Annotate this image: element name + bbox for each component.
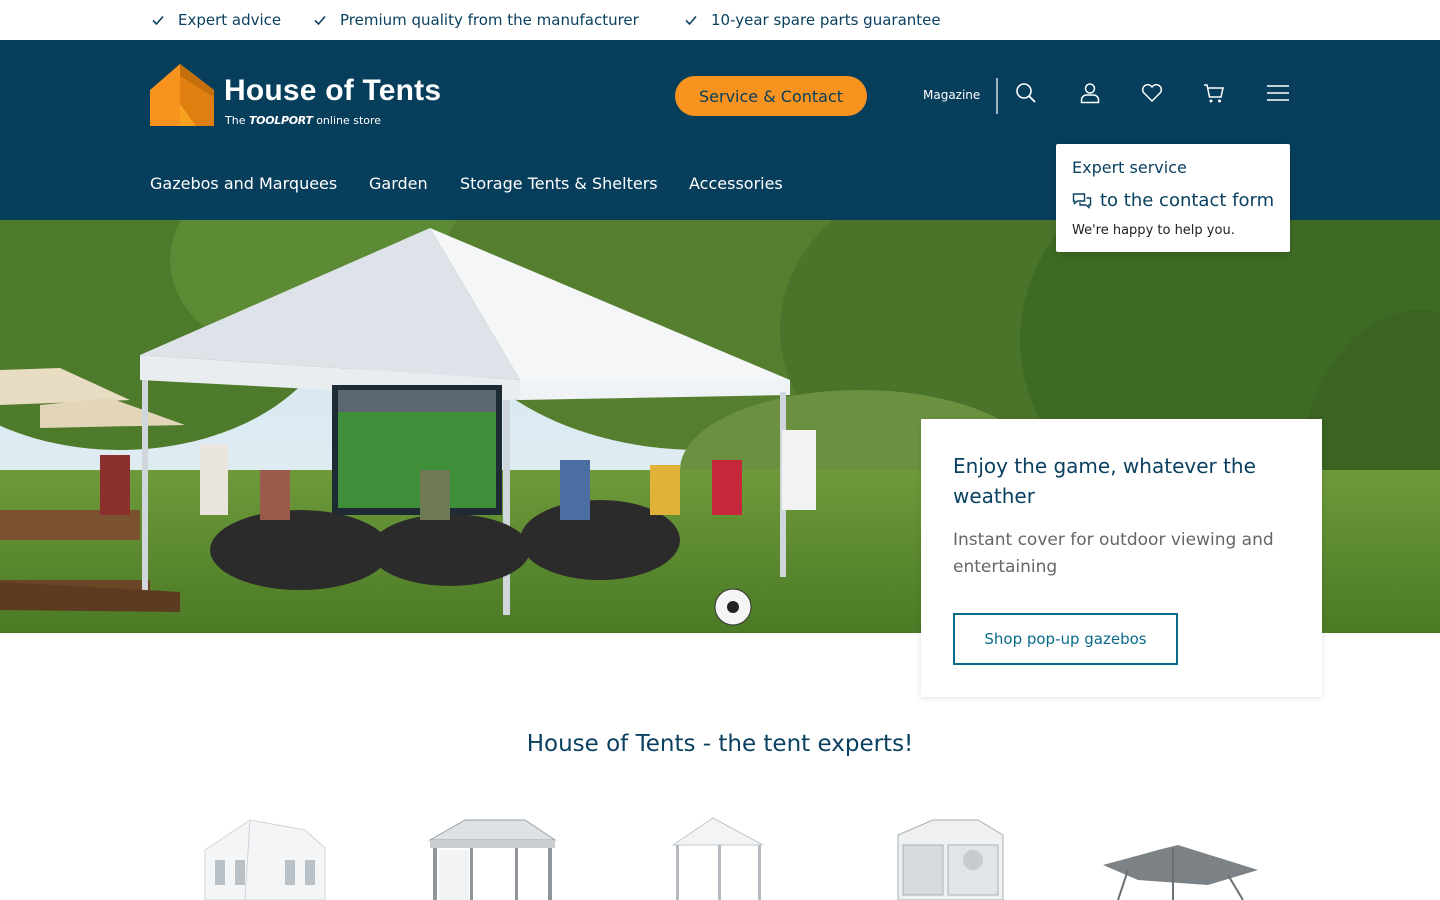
usp-label: 10-year spare parts guarantee bbox=[711, 11, 941, 29]
contact-form-link[interactable]: to the contact form bbox=[1072, 190, 1274, 211]
user-icon[interactable] bbox=[1078, 81, 1102, 105]
hero-text: Instant cover for outdoor viewing and en… bbox=[953, 530, 1274, 577]
check-icon bbox=[685, 15, 697, 26]
nav-garden[interactable]: Garden bbox=[369, 174, 428, 193]
nav-gazebos-marquees[interactable]: Gazebos and Marquees bbox=[150, 174, 337, 193]
pavilion-gazebo-image[interactable] bbox=[425, 810, 560, 900]
logo-subtitle: The TOOLPORT online store bbox=[225, 114, 382, 127]
cart-icon[interactable] bbox=[1202, 81, 1226, 105]
header-divider bbox=[996, 78, 998, 114]
heart-icon[interactable] bbox=[1140, 81, 1164, 105]
check-icon bbox=[314, 15, 326, 26]
service-popup: Expert service to the contact form We're… bbox=[1056, 144, 1290, 252]
usp-item: 10-year spare parts guarantee bbox=[684, 0, 941, 40]
magazine-link[interactable]: Magazine bbox=[923, 88, 980, 102]
check-icon bbox=[152, 15, 164, 26]
hero-heading: Enjoy the game, whatever the weather bbox=[953, 454, 1256, 508]
logo-mark-icon bbox=[150, 64, 214, 126]
usp-item: Expert advice bbox=[151, 0, 281, 40]
popup-title: Expert service bbox=[1072, 158, 1187, 177]
sail-shade-image[interactable] bbox=[1098, 810, 1263, 900]
storage-tent-image[interactable] bbox=[893, 810, 1008, 900]
usp-bar: Expert advice Premium quality from the m… bbox=[0, 0, 1440, 40]
menu-icon[interactable] bbox=[1266, 81, 1290, 105]
usp-item: Premium quality from the manufacturer bbox=[313, 0, 639, 40]
popup-note: We're happy to help you. bbox=[1072, 223, 1235, 238]
party-tent-image[interactable] bbox=[200, 810, 330, 900]
usp-label: Premium quality from the manufacturer bbox=[340, 11, 639, 29]
hero-card: Enjoy the game, whatever the weather Ins… bbox=[921, 419, 1322, 697]
shop-pop-up-gazebos-button[interactable]: Shop pop-up gazebos bbox=[953, 613, 1178, 665]
service-contact-button[interactable]: Service & Contact bbox=[675, 76, 867, 116]
search-icon[interactable] bbox=[1014, 81, 1038, 105]
logo-title: House of Tents bbox=[224, 74, 442, 107]
chat-icon bbox=[1072, 192, 1092, 209]
nav-storage-tents[interactable]: Storage Tents & Shelters bbox=[460, 174, 658, 193]
nav-accessories[interactable]: Accessories bbox=[689, 174, 783, 193]
pop-up-gazebo-image[interactable] bbox=[668, 810, 768, 900]
usp-label: Expert advice bbox=[178, 11, 282, 29]
logo[interactable]: House of Tents The TOOLPORT online store bbox=[150, 64, 450, 128]
section-title: House of Tents - the tent experts! bbox=[526, 731, 914, 757]
